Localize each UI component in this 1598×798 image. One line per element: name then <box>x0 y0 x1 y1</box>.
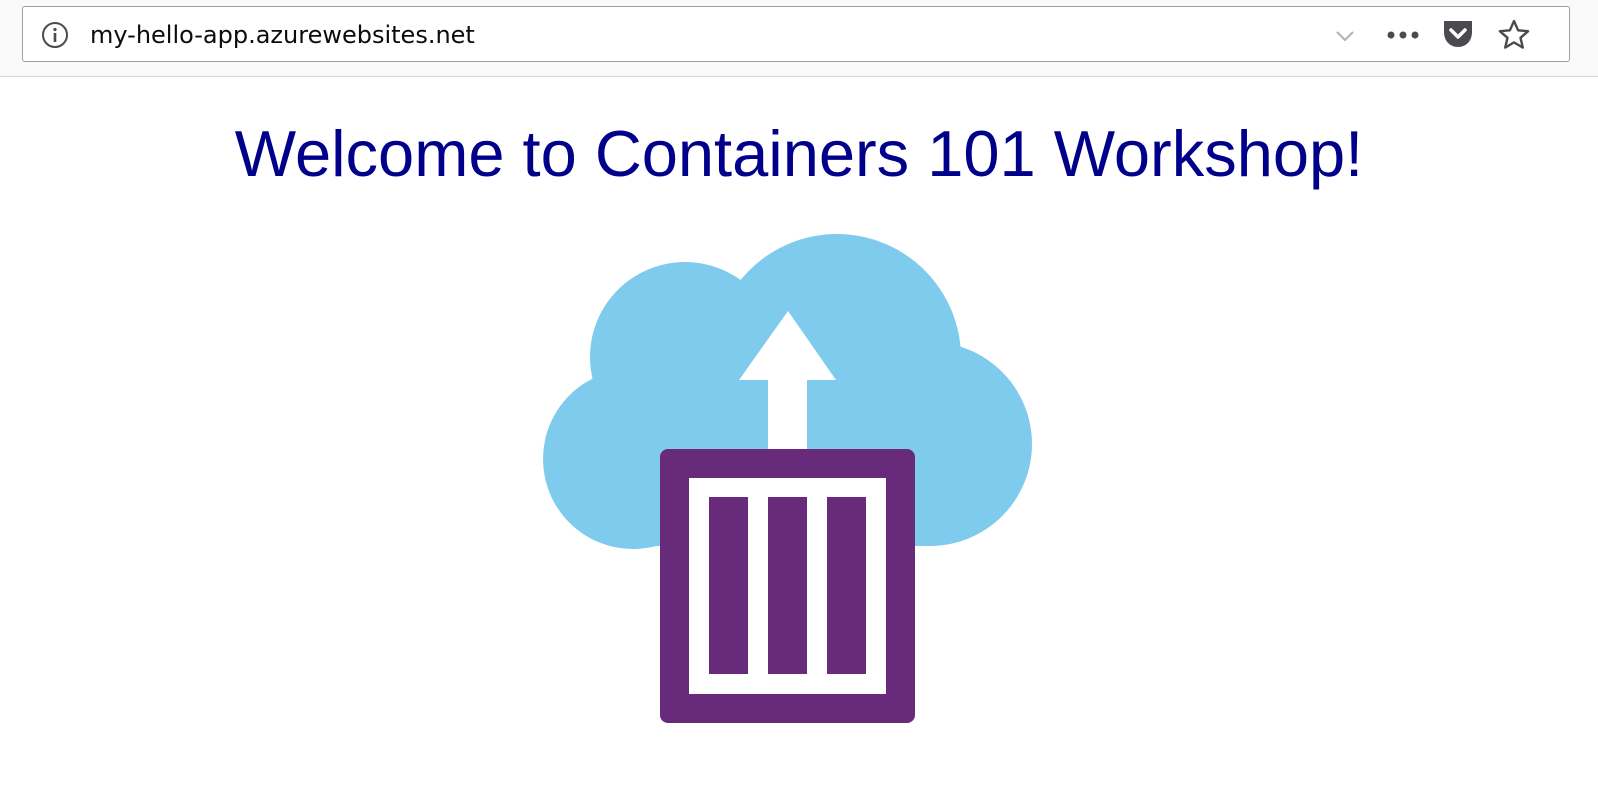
star-icon[interactable] <box>1497 18 1531 52</box>
pocket-icon[interactable] <box>1441 18 1475 50</box>
more-dots-icon[interactable] <box>1385 21 1421 49</box>
page-heading: Welcome to Containers 101 Workshop! <box>234 117 1364 190</box>
browser-toolbar: my-hello-app.azurewebsites.net <box>0 0 1598 77</box>
chevron-down-icon[interactable] <box>1333 24 1357 48</box>
info-icon[interactable] <box>41 21 69 49</box>
cloud-container-logo <box>540 230 1036 730</box>
address-bar[interactable]: my-hello-app.azurewebsites.net <box>22 6 1570 62</box>
container-icon <box>660 449 915 723</box>
url-text[interactable]: my-hello-app.azurewebsites.net <box>90 19 475 51</box>
